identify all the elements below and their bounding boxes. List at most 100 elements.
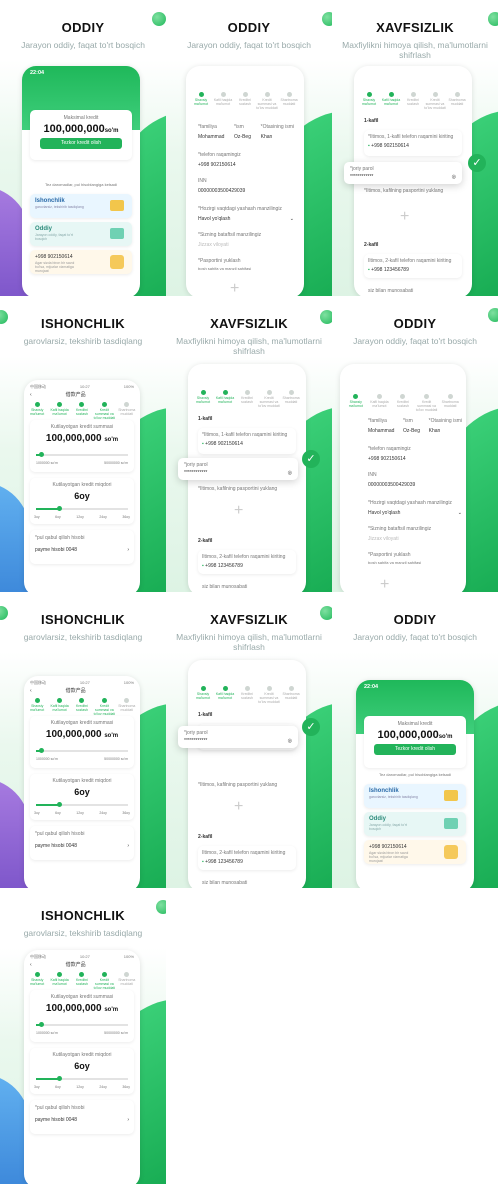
amount-min: 1000000 so'm xyxy=(36,1031,58,1035)
tile-subtitle: Jarayon oddiy, faqat to'rt bosqich xyxy=(21,40,145,50)
name-field[interactable]: Oz-Beg xyxy=(403,428,420,434)
guarantor-2-phone[interactable]: ▪ +998 123456789 xyxy=(364,264,462,276)
amount-slider[interactable] xyxy=(36,1022,128,1027)
address-value: Havol yo'qlash xyxy=(198,216,231,222)
upload-plus-icon[interactable]: + xyxy=(400,208,409,226)
back-icon[interactable]: ‹ xyxy=(30,392,32,398)
apply-button[interactable]: Tezkor kredit olish xyxy=(40,138,122,149)
feature-desc: Agar sizda biron bir savol bo'lsa, mijoz… xyxy=(35,261,75,273)
term-tick: 3oy xyxy=(34,515,40,519)
password-popup: *joriy parol ************ ◎ xyxy=(178,726,298,748)
name-field[interactable]: Oz-Beg xyxy=(234,134,251,140)
account-card[interactable]: *pul qabul qilish hisobi payme hisobi 00… xyxy=(30,1100,134,1134)
max-credit-amount: 100,000,000so'm xyxy=(364,729,466,741)
tile-title: XAVFSIZLIK xyxy=(210,612,288,627)
account-select[interactable]: payme hisobi 0048 › xyxy=(30,541,134,559)
step-dot xyxy=(101,972,107,977)
inn-label: INN xyxy=(198,178,207,184)
detail-address-input[interactable]: Jizzax viloyati xyxy=(368,536,462,542)
address-select[interactable]: Havol yo'qlash ⌄ xyxy=(198,216,294,222)
step-dot xyxy=(222,390,228,395)
tile-xavfsizlik: XAVFSIZLIK Maxfiylikni himoya qilish, ma… xyxy=(166,296,332,592)
guarantor-1-phone[interactable]: ▪ +998 902150614 xyxy=(198,438,296,450)
password-field[interactable]: ************ ◎ xyxy=(344,172,462,182)
back-icon[interactable]: ‹ xyxy=(30,962,32,968)
step-dot xyxy=(366,92,372,97)
account-card[interactable]: *pul qabul qilish hisobi payme hisobi 00… xyxy=(30,530,134,564)
tile-title: ISHONCHLIK xyxy=(41,908,125,923)
carrier: 中国移动 xyxy=(30,680,46,685)
guarantor-2-phone[interactable]: ▪ +998 123456789 xyxy=(198,856,296,868)
account-card[interactable]: *pul qabul qilish hisobi payme hisobi 00… xyxy=(30,826,134,860)
amount-slider[interactable] xyxy=(36,748,128,753)
phone-form: Shaxsiy ma'lumot Kafil haqida ma'lumot K… xyxy=(186,66,304,296)
phone-field[interactable]: +998 902150614 xyxy=(368,456,462,462)
phone-field[interactable]: +998 902150614 xyxy=(198,162,294,168)
upload-plus-icon[interactable]: + xyxy=(230,280,239,296)
feature-desc: Agar sizda biron bir savol bo'lsa, mijoz… xyxy=(369,851,409,863)
progress-steps: Shaxsiy ma'lumot Kafil haqida ma'lumot K… xyxy=(190,92,300,110)
eye-icon[interactable]: ◎ xyxy=(288,470,292,476)
guarantor-2-phone[interactable]: ▪ +998 123456789 xyxy=(198,560,296,572)
password-field[interactable]: ************ ◎ xyxy=(178,468,298,478)
surname-field[interactable]: Mohammad xyxy=(198,134,224,140)
guarantor-1-card: *Iltimos, 1-kafil telefon raqamini kirit… xyxy=(198,428,296,454)
flag-icon: ▪ xyxy=(202,859,204,865)
step-label: Shaxsiy ma'lumot xyxy=(193,98,209,106)
term-slider[interactable] xyxy=(36,506,128,511)
feature-oddiy: Oddiy Jarayon oddiy, faqat to'rt bosqich xyxy=(364,812,466,836)
chevron-right-icon: › xyxy=(127,547,129,553)
guarantor-1-phone[interactable]: ▪ +998 902150614 xyxy=(364,140,462,152)
status-bar: 中国移动 10:27 100% xyxy=(24,950,140,960)
eye-icon[interactable]: ◎ xyxy=(452,174,456,180)
term-tick: 12oy xyxy=(76,1085,84,1089)
upload-plus-icon[interactable]: + xyxy=(234,798,243,816)
step-label: Shaxsiy ma'lumot xyxy=(348,400,363,408)
step-dot xyxy=(353,394,359,399)
amount-unit: so'm xyxy=(104,1007,119,1013)
upload-plus-icon[interactable]: + xyxy=(380,576,389,592)
term-slider[interactable] xyxy=(36,802,128,807)
surname-field[interactable]: Mohammad xyxy=(368,428,394,434)
address-select[interactable]: Havol yo'qlash ⌄ xyxy=(368,510,462,516)
back-icon[interactable]: ‹ xyxy=(30,688,32,694)
progress-steps: Shaxsiy ma'lumot Kafil haqida ma'lumot K… xyxy=(358,92,468,110)
step-dot xyxy=(266,686,272,691)
term-tick: 12oy xyxy=(76,515,84,519)
chevron-down-icon: ⌄ xyxy=(457,510,462,516)
account-select[interactable]: payme hisobi 0048 › xyxy=(30,1111,134,1129)
inn-field[interactable]: 00000003500429039 xyxy=(368,482,462,488)
step-dot xyxy=(200,390,206,395)
eye-icon[interactable]: ◎ xyxy=(288,738,292,744)
step-dot xyxy=(264,92,270,97)
term-tick: 3oy xyxy=(34,1085,40,1089)
surname-label: *familiya xyxy=(368,418,387,424)
inn-field[interactable]: 00000003500429039 xyxy=(198,188,294,194)
account-label: *pul qabul qilish hisobi xyxy=(35,1105,85,1111)
account-select[interactable]: payme hisobi 0048 › xyxy=(30,837,134,855)
term-slider[interactable] xyxy=(36,1076,128,1081)
password-label: *joriy parol xyxy=(350,166,374,172)
detail-address-input[interactable]: Jizzax viloyati xyxy=(198,242,294,248)
step-dot xyxy=(124,698,130,703)
step-label: Kafil haqida ma'lumot xyxy=(215,692,235,700)
step-label: Kredit summasi va to'lov muddati xyxy=(424,98,446,110)
amount-slider[interactable] xyxy=(36,452,128,457)
step-dot xyxy=(222,686,228,691)
step-label: Kafil haqida ma'lumot xyxy=(381,98,401,106)
progress-steps: Shaxsiy ma'lumot Kafil haqida ma'lumot K… xyxy=(26,698,138,716)
tile-subtitle: Jarayon oddiy, faqat to'rt bosqich xyxy=(353,632,477,642)
upload-plus-icon[interactable]: + xyxy=(234,502,243,520)
feature-phone[interactable]: +998 902150614 Agar sizda biron bir savo… xyxy=(364,840,466,864)
tile-subtitle: Maxfiylikni himoya qilish, ma'lumotlarni… xyxy=(342,40,488,60)
password-value: ************ xyxy=(184,470,208,476)
password-label: *joriy parol xyxy=(184,730,208,736)
patronymic-field[interactable]: Khan xyxy=(261,134,294,140)
password-field[interactable]: ************ ◎ xyxy=(178,736,298,746)
apply-button[interactable]: Tezkor kredit olish xyxy=(374,744,456,755)
step-dot xyxy=(288,686,294,691)
feature-phone[interactable]: +998 902150614 Agar sizda biron bir savo… xyxy=(30,250,132,274)
patronymic-field[interactable]: Khan xyxy=(429,428,462,434)
amount-value: 100,000,000 xyxy=(377,729,439,741)
tile-title: XAVFSIZLIK xyxy=(376,20,454,35)
